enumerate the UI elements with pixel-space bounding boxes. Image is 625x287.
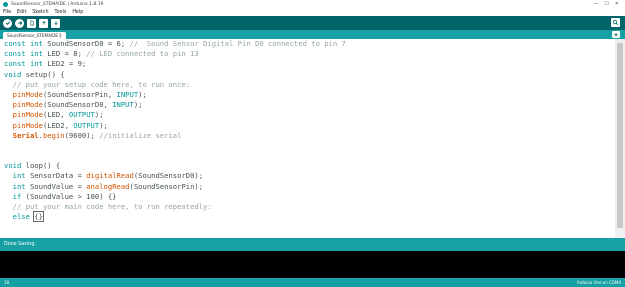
close-button[interactable]: ✕ (615, 1, 619, 7)
toolbar (0, 16, 625, 30)
code-line[interactable]: void setup() { (4, 70, 346, 80)
menu-sketch[interactable]: Sketch (32, 10, 48, 15)
minimize-button[interactable]: — (593, 1, 598, 7)
verify-icon (5, 21, 10, 26)
tab-menu-button[interactable] (612, 31, 620, 38)
magnifier-icon (612, 19, 619, 26)
window-title: SoundSensor_STEMAIDE | Arduino 1.8.19 (11, 1, 104, 7)
status-bar: Done Saving. (0, 238, 625, 251)
code-line[interactable] (4, 141, 346, 151)
code-line[interactable]: // put your main code here, to run repea… (4, 202, 346, 212)
output-console[interactable] (0, 251, 625, 278)
code-line[interactable]: void loop() { (4, 161, 346, 171)
verify-button[interactable] (3, 18, 12, 28)
triangle-down-icon (614, 33, 618, 36)
text-cursor: {} (33, 211, 44, 223)
scrollbar-thumb[interactable] (617, 43, 623, 228)
code-line[interactable]: pinMode(SoundSensorPin, INPUT); (4, 90, 346, 100)
editor-scrollbar[interactable] (615, 39, 625, 238)
code-line[interactable]: const int LED = 8; // LED connected to p… (4, 49, 346, 59)
code-editor[interactable]: const int SoundSensorD0 = 6; // Sound Se… (0, 39, 615, 238)
open-icon (42, 20, 45, 25)
code-line[interactable]: pinMode(LED, OUTPUT); (4, 110, 346, 120)
new-sketch-button[interactable] (27, 18, 36, 28)
upload-button[interactable] (15, 18, 24, 28)
save-icon (54, 21, 57, 26)
code-line[interactable]: int SoundValue = analogRead(SoundSensorP… (4, 182, 346, 192)
upload-icon (17, 21, 22, 25)
code-line[interactable]: const int SoundSensorD0 = 6; // Sound Se… (4, 39, 346, 49)
code-line[interactable]: Serial.begin(9600); //initialize serial (4, 131, 346, 141)
code-line[interactable]: // put your setup code here, to run once… (4, 80, 346, 90)
code-line[interactable]: pinMode(SoundSensorD0, INPUT); (4, 100, 346, 110)
code-area[interactable]: const int SoundSensorD0 = 6; // Sound Se… (4, 39, 346, 223)
menu-edit[interactable]: Edit (17, 10, 26, 15)
tab-sketch[interactable]: SoundSensor_STEMAIDE § (3, 32, 66, 39)
code-line[interactable]: if (SoundValue > 100) {} (4, 192, 346, 202)
save-button[interactable] (51, 18, 60, 28)
code-line[interactable]: int SensorData = digitalRead(SoundSensor… (4, 171, 346, 181)
title-bar: SoundSensor_STEMAIDE | Arduino 1.8.19 — … (0, 0, 625, 8)
status-message: Done Saving. (4, 242, 36, 247)
footer-bar: 18 Arduino Uno on COM4 (0, 278, 625, 287)
maximize-button[interactable]: ☐ (604, 1, 608, 7)
menu-file[interactable]: File (3, 10, 11, 15)
code-line[interactable]: else {} (4, 211, 346, 223)
code-line[interactable] (4, 151, 346, 161)
open-button[interactable] (39, 18, 48, 28)
code-line[interactable]: const int LED2 = 9; (4, 59, 346, 69)
tab-bar: SoundSensor_STEMAIDE § (0, 30, 625, 39)
new-icon (30, 20, 34, 26)
board-info: Arduino Uno on COM4 (576, 280, 621, 285)
window-controls: — ☐ ✕ (593, 1, 619, 7)
code-line[interactable]: pinMode(LED2, OUTPUT); (4, 121, 346, 131)
menu-tools[interactable]: Tools (55, 10, 67, 15)
serial-monitor-button[interactable] (611, 18, 620, 27)
menu-bar: File Edit Sketch Tools Help (0, 8, 625, 16)
arduino-logo-icon (3, 1, 8, 7)
line-number: 18 (4, 280, 10, 285)
menu-help[interactable]: Help (72, 10, 83, 15)
